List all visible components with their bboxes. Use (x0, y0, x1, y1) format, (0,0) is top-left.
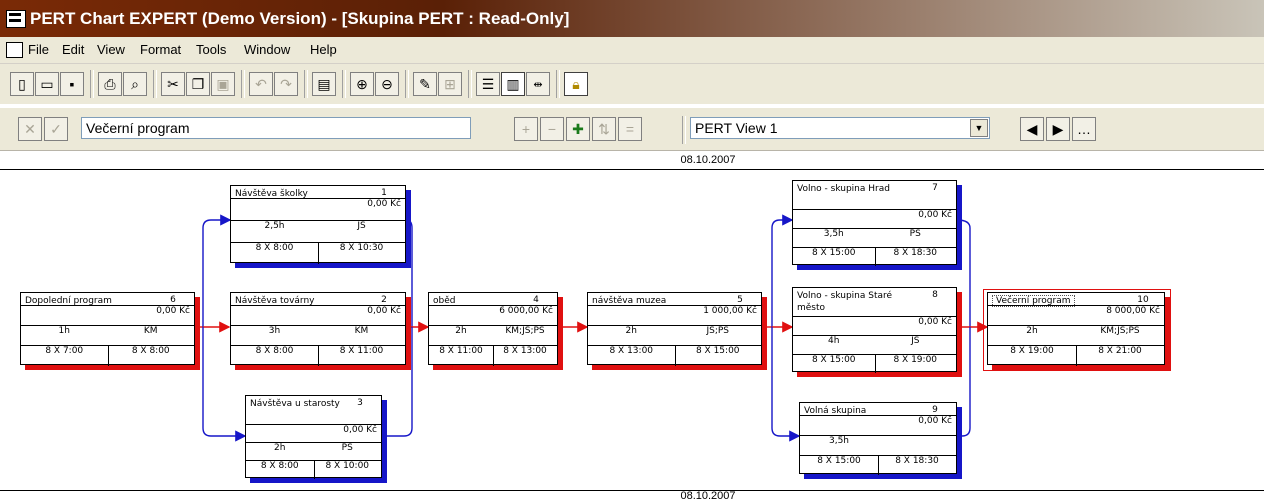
task-finish: 8 X 18:30 (895, 456, 939, 466)
task-card[interactable]: Návštěva továrny 2 0,00 Kč 3h KM 8 X 8:00 8 X … (230, 292, 406, 366)
task-resources: PS (909, 229, 921, 239)
task-start: 8 X 8:00 (260, 461, 299, 471)
task-resources: JS;PS (706, 326, 730, 336)
cell-divider (874, 247, 876, 266)
task-resources: JS (911, 336, 920, 346)
task-duration: 2h (274, 443, 286, 453)
task-id: 5 (737, 295, 743, 305)
task-start: 8 X 15:00 (811, 248, 856, 258)
task-duration: 2h (625, 326, 637, 336)
task-id: 1 (381, 188, 387, 198)
cell-divider (313, 460, 315, 479)
task-cost: 0,00 Kč (156, 306, 190, 316)
task-resources: KM;JS;PS (505, 326, 545, 336)
task-name: Volno - skupina Hrad (797, 184, 890, 194)
task-finish: 8 X 13:00 (503, 346, 547, 356)
task-card[interactable]: Návštěva u starosty 3 0,00 Kč 2h PS 8 X 8:00 8… (245, 395, 382, 479)
cell-divider (493, 345, 494, 366)
task-resources: KM (143, 326, 158, 336)
task-cost: 1 000,00 Kč (703, 306, 757, 316)
task-card[interactable]: Dopolední program 6 0,00 Kč 1h KM 8 X 7:00 8 X… (20, 292, 195, 366)
task-name: Návštěva u starosty (250, 399, 340, 409)
connector (956, 219, 971, 327)
task-cost: 0,00 Kč (367, 306, 401, 316)
cell-divider (107, 345, 109, 366)
task-duration: 3,5h (828, 436, 850, 446)
task-finish: 8 X 10:00 (325, 461, 370, 471)
connector (202, 214, 232, 327)
task-resources: PS (341, 443, 353, 453)
task-finish: 8 X 8:00 (131, 346, 170, 356)
task-id: 4 (533, 295, 539, 305)
task-cost: 0,00 Kč (918, 317, 952, 327)
task-duration: 1h (58, 326, 70, 336)
pert-connectors (195, 214, 989, 442)
selection-highlight (983, 289, 1171, 371)
task-cost: 0,00 Kč (367, 199, 401, 209)
task-start: 8 X 8:00 (255, 346, 294, 356)
task-id: 9 (932, 405, 938, 415)
task-card[interactable]: Volno - skupina Staré město 8 0,00 Kč 4h JS 8… (792, 287, 957, 373)
cell-divider (318, 242, 319, 264)
task-start: 8 X 15:00 (811, 355, 856, 365)
task-name-cell: Volno - skupina Staré město (797, 290, 917, 314)
task-card[interactable]: oběd 4 6 000,00 Kč 2h KM;JS;PS 8 X 11:00 8 X 1… (428, 292, 558, 366)
connector (771, 214, 794, 327)
task-cost: 0,00 Kč (918, 416, 952, 426)
task-card[interactable]: Volno - skupina Hrad 7 0,00 Kč 3,5h PS 8 X 15… (792, 180, 957, 266)
cell-divider (878, 455, 879, 475)
task-duration: 4h (828, 336, 840, 346)
task-card[interactable]: Návštěva školky 1 0,00 Kč 2,5h JS 8 X 8:00 8 X… (230, 185, 406, 264)
task-duration: 3h (268, 326, 281, 336)
task-name-cell: Volno - skupina Hrad (797, 183, 917, 195)
task-resources: KM (354, 326, 369, 336)
task-resources: JS (357, 221, 366, 231)
task-id: 8 (932, 290, 938, 300)
task-id: 7 (932, 183, 938, 193)
task-duration: 2h (455, 326, 467, 336)
task-finish: 8 X 11:00 (339, 346, 384, 356)
task-card[interactable]: Volná skupina 9 0,00 Kč 3,5h 8 X 15:00 8 X 18… (799, 402, 957, 475)
task-cost: 0,00 Kč (343, 425, 377, 435)
task-cost: 6 000,00 Kč (499, 306, 553, 316)
task-id: 6 (170, 295, 176, 305)
task-name-cell: Návštěva u starosty (250, 398, 342, 410)
task-start: 8 X 13:00 (609, 346, 654, 356)
cell-divider (874, 354, 876, 373)
task-start: 8 X 8:00 (255, 243, 294, 253)
task-duration: 3,5h (823, 229, 844, 239)
task-card[interactable]: návštěva muzea 5 1 000,00 Kč 2h JS;PS 8 X 13:… (587, 292, 762, 366)
task-cost: 0,00 Kč (918, 210, 952, 220)
task-start: 8 X 7:00 (45, 346, 84, 356)
task-start: 8 X 15:00 (817, 456, 861, 466)
task-name: Volno - skupina Staré město (797, 291, 893, 313)
cell-divider (674, 345, 676, 366)
connector (957, 327, 971, 437)
task-finish: 8 X 18:30 (893, 248, 938, 258)
connector (405, 219, 413, 327)
task-start: 8 X 11:00 (439, 346, 483, 356)
task-finish: 8 X 10:30 (339, 243, 384, 253)
task-id: 3 (357, 398, 363, 408)
task-id: 2 (381, 295, 387, 305)
task-duration: 2,5h (264, 221, 285, 231)
cell-divider (318, 345, 319, 366)
task-finish: 8 X 15:00 (695, 346, 740, 356)
task-finish: 8 X 19:00 (893, 355, 938, 365)
